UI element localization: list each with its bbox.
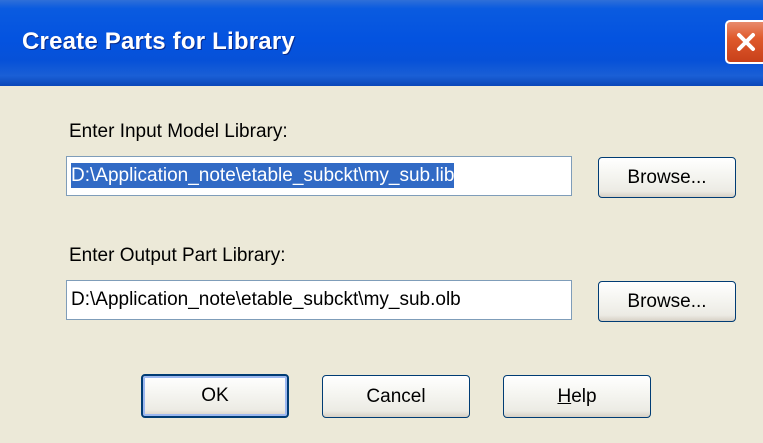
output-library-value: D:\Application_note\etable_subckt\my_sub… — [71, 289, 461, 310]
close-icon — [737, 33, 755, 51]
close-button[interactable] — [725, 20, 763, 64]
dialog-window: Create Parts for Library Enter Input Mod… — [0, 0, 763, 443]
help-label-rest: elp — [571, 385, 597, 407]
input-library-value: D:\Application_note\etable_subckt\my_sub… — [71, 163, 455, 188]
input-browse-button[interactable]: Browse... — [598, 157, 736, 198]
input-library-field[interactable]: D:\Application_note\etable_subckt\my_sub… — [66, 156, 572, 196]
output-browse-label: Browse... — [627, 290, 707, 312]
output-library-field[interactable]: D:\Application_note\etable_subckt\my_sub… — [66, 280, 572, 320]
help-button[interactable]: Help — [503, 375, 651, 418]
ok-label: OK — [201, 385, 229, 406]
cancel-label: Cancel — [366, 385, 426, 407]
help-label: Help — [557, 386, 596, 408]
output-library-label: Enter Output Part Library: — [69, 245, 286, 266]
title-bar[interactable]: Create Parts for Library — [0, 0, 763, 86]
dialog-title: Create Parts for Library — [22, 28, 295, 55]
cancel-button[interactable]: Cancel — [322, 375, 470, 418]
input-browse-label: Browse... — [627, 166, 707, 188]
output-browse-button[interactable]: Browse... — [598, 281, 736, 322]
input-library-label: Enter Input Model Library: — [69, 121, 288, 142]
ok-button[interactable]: OK — [141, 374, 289, 418]
help-mnemonic: H — [557, 385, 572, 407]
